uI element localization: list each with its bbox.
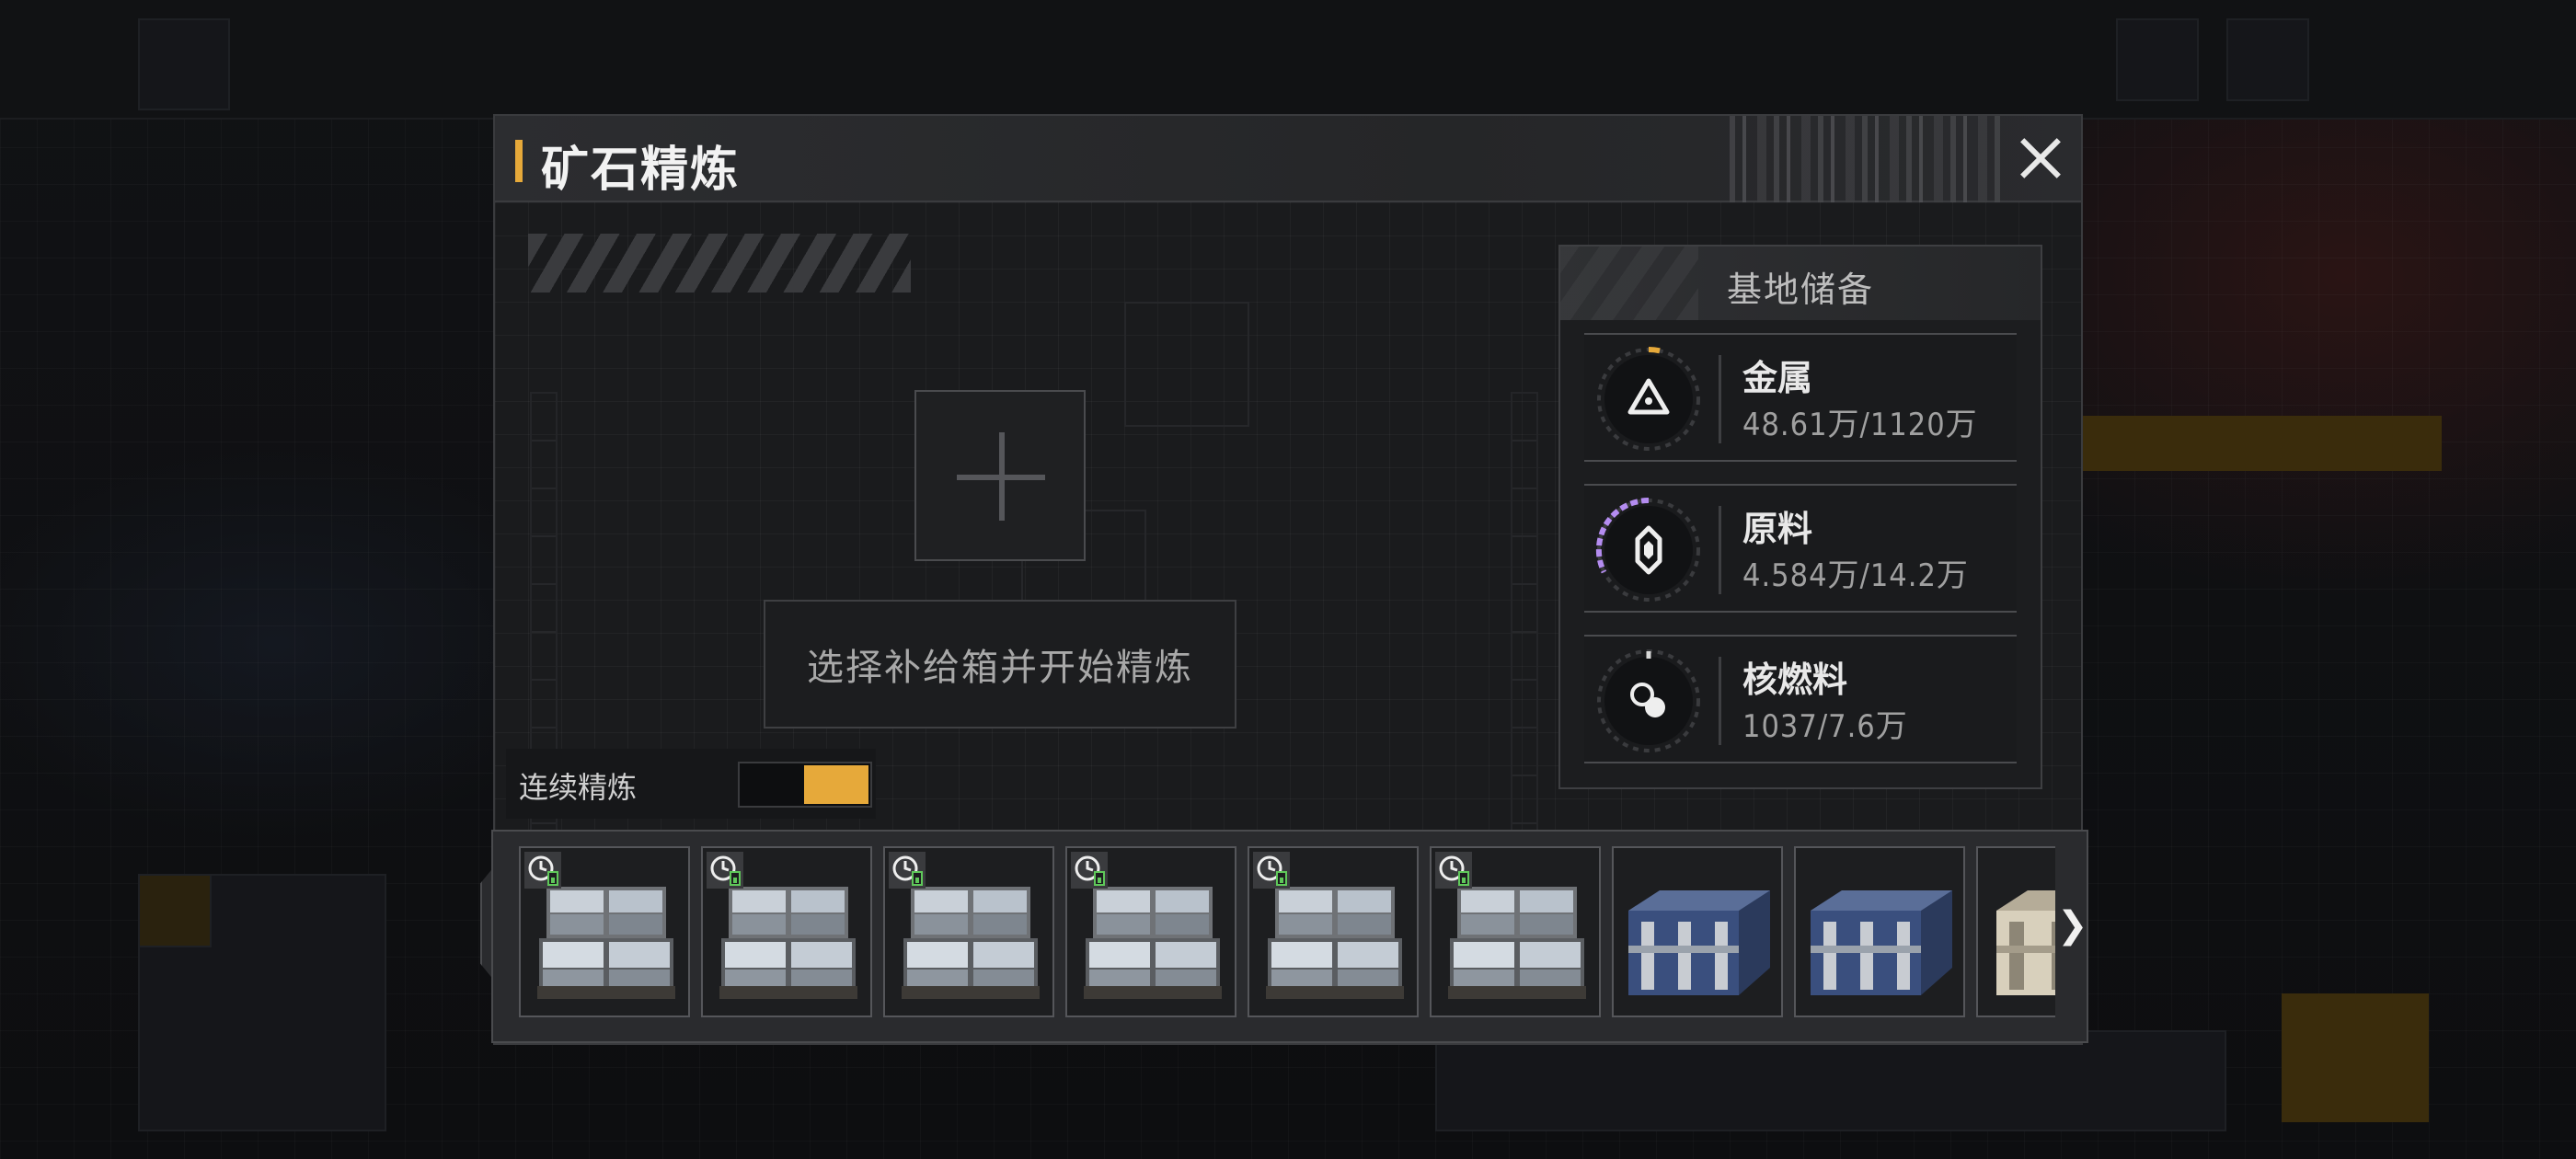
- toggle-knob: [804, 765, 868, 804]
- background-badge: [138, 874, 212, 947]
- inventory-slot-blue-case[interactable]: [1612, 846, 1783, 1017]
- reserve-separator: [1719, 506, 1721, 594]
- raw-material-icon: [1595, 497, 1702, 603]
- reserve-item-metal: 金属 48.61万/1120万: [1584, 333, 2017, 462]
- select-crate-hint: 选择补给箱并开始精炼: [764, 600, 1236, 729]
- reserve-name: 原料: [1742, 509, 1813, 549]
- reserve-item-nuclear-fuel: 核燃料 1037/7.6万: [1584, 635, 2017, 763]
- inventory-slot-small-crates[interactable]: [883, 846, 1054, 1017]
- background-icon-a: [2116, 18, 2199, 101]
- reserve-separator: [1719, 657, 1721, 745]
- inventory-slot-white-case[interactable]: [1976, 846, 2055, 1017]
- background-icon-b: [2226, 18, 2309, 101]
- clock-icon: [1253, 852, 1290, 889]
- modal-title: 矿石精炼: [541, 143, 741, 198]
- ore-refining-modal: 矿石精炼 选择补给箱并开始精炼 连续精炼 基地储备 金属 48.61万/1120…: [480, 114, 2088, 1045]
- close-icon[interactable]: [2011, 129, 2070, 188]
- continuous-refine-label: 连续精炼: [519, 770, 638, 805]
- continuous-refine-toggle[interactable]: [738, 762, 872, 808]
- inventory-slots: [519, 846, 2055, 1023]
- clock-icon: [1071, 852, 1108, 889]
- nuclear-fuel-icon: [1595, 648, 1702, 754]
- blue-supply-case-icon: [1805, 857, 1954, 1006]
- reserve-value: 4.584万/14.2万: [1742, 557, 1969, 594]
- continuous-refine-row: 连续精炼: [506, 749, 876, 819]
- chevron-right-icon[interactable]: ❯: [2057, 865, 2088, 986]
- header-accent-bar: [515, 140, 523, 182]
- reserves-title: 基地储备: [1726, 270, 1874, 310]
- inventory-slot-small-crates[interactable]: [701, 846, 872, 1017]
- clock-icon: [1435, 852, 1472, 889]
- inventory-slot-small-crates[interactable]: [1065, 846, 1236, 1017]
- metal-icon: [1595, 346, 1702, 453]
- background-avatar: [138, 18, 230, 110]
- reserve-name: 金属: [1742, 358, 1813, 398]
- clock-icon: [889, 852, 926, 889]
- reserve-value: 1037/7.6万: [1742, 708, 1908, 745]
- background-highlight-bar: [2083, 416, 2442, 471]
- inventory-slot-small-crates[interactable]: [519, 846, 690, 1017]
- header-barcode-decoration: [1730, 116, 2006, 202]
- background-action-button: [2282, 993, 2429, 1122]
- modal-header: 矿石精炼: [495, 116, 2081, 202]
- hazard-stripes: [528, 234, 911, 293]
- reserve-value: 48.61万/1120万: [1742, 407, 1978, 443]
- reserve-item-raw-material: 原料 4.584万/14.2万: [1584, 484, 2017, 613]
- inventory-slot-small-crates[interactable]: [1248, 846, 1419, 1017]
- clock-icon: [524, 852, 561, 889]
- white-supply-case-icon: [1987, 857, 2055, 1006]
- inventory-slot-small-crates[interactable]: [1430, 846, 1601, 1017]
- base-reserves-panel: 基地储备 金属 48.61万/1120万 原料 4.584万/14.2万 核燃料…: [1558, 245, 2042, 789]
- clock-icon: [707, 852, 743, 889]
- reserve-separator: [1719, 355, 1721, 443]
- reserves-header: 基地储备: [1560, 247, 2041, 320]
- background-bottom-strip: [1435, 1030, 2226, 1131]
- blue-supply-case-icon: [1623, 857, 1772, 1006]
- decor-frame-1: [1124, 302, 1249, 427]
- plus-icon[interactable]: [914, 390, 1086, 561]
- inventory-slot-blue-case[interactable]: [1794, 846, 1965, 1017]
- reserve-name: 核燃料: [1742, 660, 1848, 700]
